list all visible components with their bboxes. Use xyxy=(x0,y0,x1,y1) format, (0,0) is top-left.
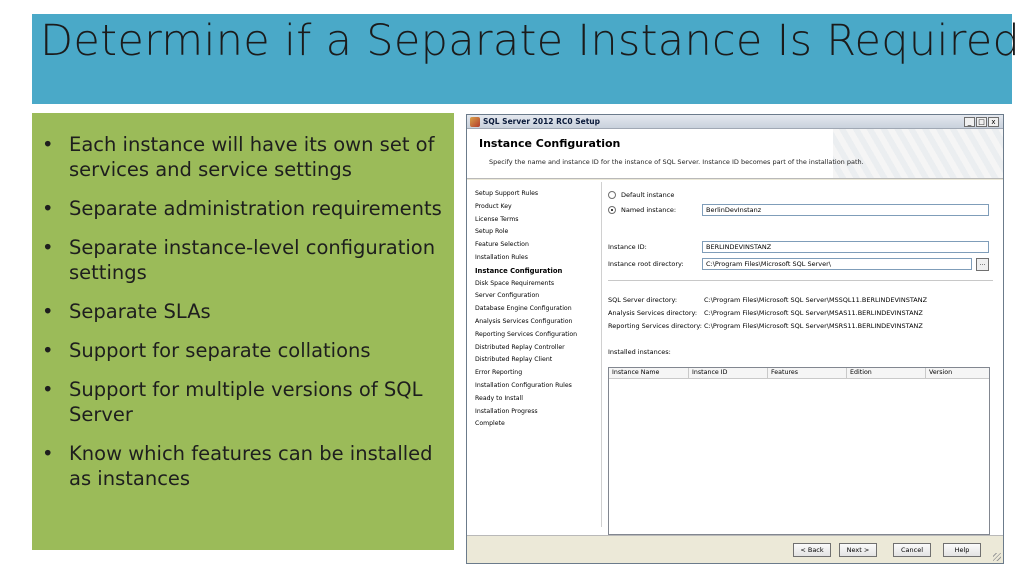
bullet-item: • Separate SLAs xyxy=(42,300,211,323)
instance-id-input[interactable]: BERLINDEVINSTANZ xyxy=(702,241,989,253)
nav-item-installation-progress[interactable]: Installation Progress xyxy=(475,406,600,419)
named-instance-input[interactable]: BerlinDevInstanz xyxy=(702,204,989,216)
nav-item-replay-client[interactable]: Distributed Replay Client xyxy=(475,354,600,367)
bullet-item: • Separate administration requirements xyxy=(42,197,442,220)
sql-directory-row: SQL Server directory: C:\Program Files\Mi… xyxy=(608,296,927,304)
named-instance-option[interactable]: Named instance: xyxy=(608,203,676,217)
default-instance-option[interactable]: Default instance xyxy=(608,188,674,202)
as-directory-value: C:\Program Files\Microsoft SQL Server\MS… xyxy=(704,309,923,317)
column-header-features[interactable]: Features xyxy=(768,368,847,378)
installed-instances-table[interactable]: Instance Name Instance ID Features Editi… xyxy=(608,367,990,535)
bullet-dot-icon: • xyxy=(42,442,54,465)
table-header: Instance Name Instance ID Features Editi… xyxy=(609,368,989,379)
nav-item-complete[interactable]: Complete xyxy=(475,418,600,431)
setup-dialog: SQL Server 2012 RC0 Setup _ □ x Instance… xyxy=(466,114,1004,564)
rs-directory-label: Reporting Services directory: xyxy=(608,322,702,330)
nav-item-database-engine[interactable]: Database Engine Configuration xyxy=(475,303,600,316)
resize-grip-icon[interactable] xyxy=(993,553,1001,561)
instance-root-label: Instance root directory: xyxy=(608,260,684,268)
separator xyxy=(608,280,993,281)
column-header-instance-name[interactable]: Instance Name xyxy=(609,368,689,378)
nav-item-reporting-services[interactable]: Reporting Services Configuration xyxy=(475,329,600,342)
sql-setup-app-icon xyxy=(470,116,480,127)
setup-steps-nav: Setup Support Rules Product Key License … xyxy=(475,188,600,431)
column-header-instance-id[interactable]: Instance ID xyxy=(689,368,768,378)
nav-item-ready-to-install[interactable]: Ready to Install xyxy=(475,393,600,406)
as-directory-label: Analysis Services directory: xyxy=(608,309,698,317)
named-instance-radio[interactable] xyxy=(608,206,616,214)
nav-item-setup-role[interactable]: Setup Role xyxy=(475,226,600,239)
maximize-button[interactable]: □ xyxy=(976,117,987,127)
nav-item-setup-support-rules[interactable]: Setup Support Rules xyxy=(475,188,600,201)
nav-item-installation-rules[interactable]: Installation Rules xyxy=(475,252,600,265)
nav-item-license-terms[interactable]: License Terms xyxy=(475,214,600,227)
bullet-dot-icon: • xyxy=(42,197,54,220)
rs-directory-value: C:\Program Files\Microsoft SQL Server\MS… xyxy=(704,322,923,330)
nav-item-disk-space[interactable]: Disk Space Requirements xyxy=(475,278,600,291)
nav-item-analysis-services[interactable]: Analysis Services Configuration xyxy=(475,316,600,329)
bullet-dot-icon: • xyxy=(42,236,54,259)
bullet-dot-icon: • xyxy=(42,133,54,156)
help-button[interactable]: Help xyxy=(943,543,981,557)
bullet-item: • Support for separate collations xyxy=(42,339,371,362)
browse-button[interactable]: ... xyxy=(976,258,989,271)
nav-item-server-configuration[interactable]: Server Configuration xyxy=(475,290,600,303)
dialog-header: Instance Configuration Specify the name … xyxy=(467,129,1003,179)
nav-divider xyxy=(601,182,602,527)
column-header-version[interactable]: Version xyxy=(926,368,989,378)
as-directory-row: Analysis Services directory: C:\Program F… xyxy=(608,309,923,317)
nav-item-feature-selection[interactable]: Feature Selection xyxy=(475,239,600,252)
bullet-item: • Each instance will have its own set of … xyxy=(42,133,435,181)
window-controls: _ □ x xyxy=(964,117,999,127)
named-instance-label: Named instance: xyxy=(621,206,677,214)
rs-directory-row: Reporting Services directory: C:\Program … xyxy=(608,322,923,330)
instance-id-label: Instance ID: xyxy=(608,243,647,251)
nav-item-config-rules[interactable]: Installation Configuration Rules xyxy=(475,380,600,393)
bullet-list: • Each instance will have its own set of … xyxy=(42,132,454,491)
window-title: SQL Server 2012 RC0 Setup xyxy=(483,117,601,126)
slide-title: Determine if a Separate Instance Is Requ… xyxy=(40,16,1021,66)
nav-item-error-reporting[interactable]: Error Reporting xyxy=(475,367,600,380)
page-description: Specify the name and instance ID for the… xyxy=(489,158,864,166)
dialog-footer: < Back Next > Cancel Help xyxy=(467,535,1003,563)
bullet-item: • Separate instance-level configuration s… xyxy=(42,236,436,284)
close-button[interactable]: x xyxy=(988,117,999,127)
next-button[interactable]: Next > xyxy=(839,543,877,557)
minimize-button[interactable]: _ xyxy=(964,117,975,127)
sql-directory-label: SQL Server directory: xyxy=(608,296,678,304)
bullet-item: • Know which features can be installed as… xyxy=(42,442,433,490)
bullet-dot-icon: • xyxy=(42,339,54,362)
default-instance-label: Default instance xyxy=(621,191,675,199)
column-header-edition[interactable]: Edition xyxy=(847,368,926,378)
bullet-item: • Support for multiple versions of SQL Se… xyxy=(42,378,423,426)
sql-directory-value: C:\Program Files\Microsoft SQL Server\MS… xyxy=(704,296,928,304)
cancel-button[interactable]: Cancel xyxy=(893,543,931,557)
title-banner: Determine if a Separate Instance Is Requ… xyxy=(32,14,1020,104)
bullet-panel: • Each instance will have its own set of … xyxy=(32,113,454,550)
header-decoration xyxy=(833,129,1003,178)
back-button[interactable]: < Back xyxy=(793,543,831,557)
page-title: Instance Configuration xyxy=(479,137,621,150)
nav-item-instance-configuration[interactable]: Instance Configuration xyxy=(475,265,600,278)
nav-item-replay-controller[interactable]: Distributed Replay Controller xyxy=(475,342,600,355)
default-instance-radio[interactable] xyxy=(608,191,616,199)
bullet-dot-icon: • xyxy=(42,300,54,323)
instance-root-input[interactable]: C:\Program Files\Microsoft SQL Server\ xyxy=(702,258,972,270)
installed-instances-label: Installed instances: xyxy=(608,348,671,356)
bullet-dot-icon: • xyxy=(42,378,54,401)
dialog-body: Setup Support Rules Product Key License … xyxy=(467,180,1003,535)
nav-item-product-key[interactable]: Product Key xyxy=(475,201,600,214)
window-titlebar[interactable]: SQL Server 2012 RC0 Setup _ □ x xyxy=(467,115,1003,129)
